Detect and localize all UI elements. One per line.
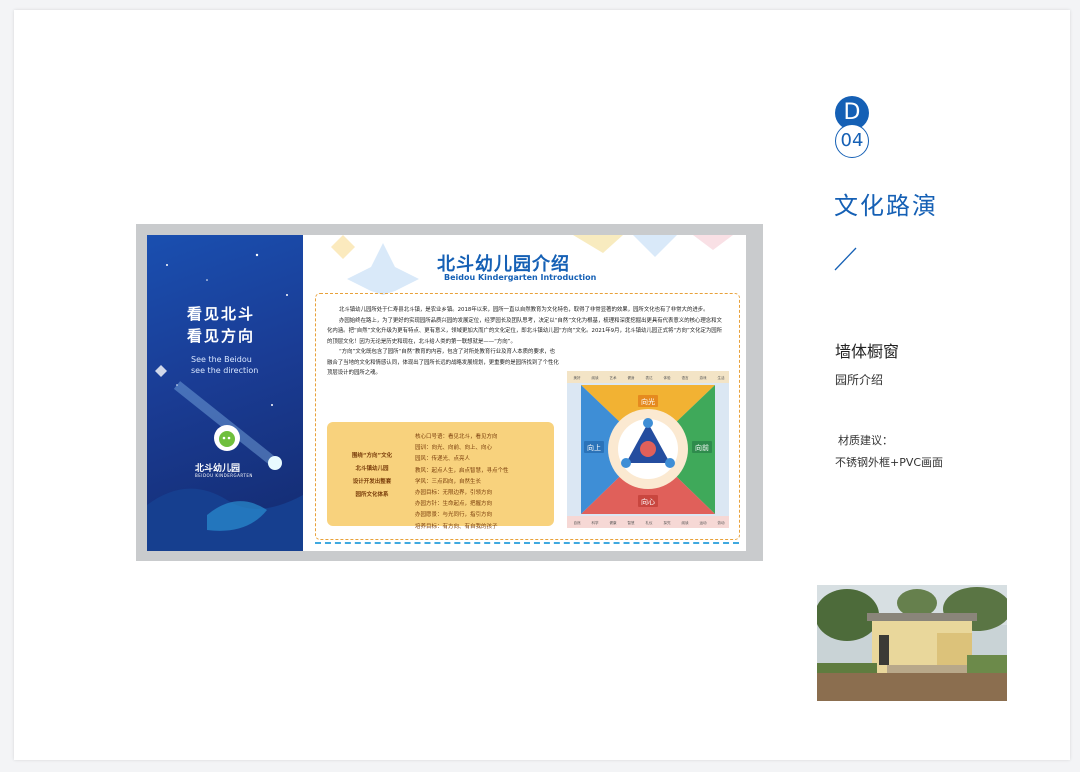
top-row-label: 体验 bbox=[664, 375, 672, 380]
motto-line: 园风：传递光、点亮人 bbox=[415, 456, 471, 463]
intro-paragraph: 办园始终在路上，为了更好的实现园所品质兴园的发展定位，经罗园长及团队思考，决定以… bbox=[327, 317, 723, 345]
slogan-en-line-2: see the direction bbox=[191, 366, 259, 375]
slash-divider bbox=[834, 247, 857, 271]
bottom-row-label: 科学 bbox=[592, 520, 600, 525]
top-row-label: 生活 bbox=[718, 375, 726, 380]
motto-line: 办园方针：生命起点，把握方向 bbox=[415, 501, 493, 508]
left-slogan-en: See the Beidou see the direction bbox=[191, 354, 258, 376]
bottom-row-label: 礼仪 bbox=[646, 520, 654, 525]
summary-line: 园所文化体系 bbox=[355, 492, 389, 498]
board-title-en: Beidou Kindergarten Introduction bbox=[444, 273, 597, 282]
section-number-badge: 04 bbox=[835, 124, 869, 158]
motto-line: 办园目标：无限边界，引领方向 bbox=[415, 490, 493, 497]
site-photo bbox=[817, 585, 1007, 701]
bottom-row-label: 智慧 bbox=[628, 520, 636, 525]
item-subtitle: 园所介绍 bbox=[835, 373, 884, 387]
summary-line: 围绕“方向”文化 bbox=[351, 453, 393, 459]
section-title: 文化路演 bbox=[834, 192, 938, 220]
logo-en: BEIDOU KINDERGARTEN bbox=[195, 473, 253, 478]
site-photo-illustration bbox=[817, 585, 1007, 701]
motto-line: 核心口号语：看见北斗，看见方向 bbox=[415, 434, 498, 440]
material-value: 不锈钢外框+PVC画面 bbox=[835, 456, 944, 469]
culture-summary-right: 核心口号语：看见北斗，看见方向 园训：向光、向前、向上、向心 园风：传递光、点亮… bbox=[415, 432, 509, 533]
direction-label: 向光 bbox=[641, 397, 655, 406]
top-row-label: 美好 bbox=[574, 375, 582, 380]
summary-line: 北斗镇幼儿园 bbox=[355, 466, 389, 472]
item-title: 墙体橱窗 bbox=[835, 342, 900, 361]
culture-summary-box: 围绕“方向”文化 北斗镇幼儿园 设计开发出整套 园所文化体系 核心口号语：看见北… bbox=[327, 422, 554, 530]
intro-text: 北斗镇幼儿园所处于仁寿县北斗镇，是农业乡镇。2018年以来，园所一直以自然教育为… bbox=[327, 305, 733, 379]
material-label: 材质建议： bbox=[838, 434, 893, 447]
top-row-label: 阅读 bbox=[592, 375, 600, 380]
top-row-label: 游戏 bbox=[700, 375, 708, 380]
slogan-en-line-1: See the Beidou bbox=[191, 355, 252, 364]
top-row-label: 健身 bbox=[628, 375, 636, 380]
motto-line: 教风：起点人生，启点智慧，寻点个性 bbox=[415, 467, 509, 474]
kindergarten-logo-icon bbox=[214, 425, 240, 451]
bottom-row-label: 探究 bbox=[664, 520, 672, 525]
motto-line: 培养目标：有方向、有自我的孩子 bbox=[415, 523, 498, 530]
top-row-label: 语言 bbox=[682, 375, 690, 380]
culture-summary-left: 围绕“方向”文化 北斗镇幼儿园 设计开发出整套 园所文化体系 bbox=[341, 450, 403, 502]
direction-label: 向前 bbox=[695, 443, 709, 452]
motto-line: 学风：三点四向，自然生长 bbox=[415, 478, 482, 485]
bottom-row-label: 自然 bbox=[574, 520, 582, 525]
motto-line: 园训：向光、向前、向上、向心 bbox=[415, 445, 493, 452]
direction-label: 向上 bbox=[587, 443, 601, 452]
direction-diagram: 向光 向前 向心 向上 美好 阅读 艺术 健身 表达 体验 语言 游戏 生活 自… bbox=[567, 371, 729, 528]
board-left-panel: 看见北斗 看见方向 See the Beidou see the directi… bbox=[147, 235, 303, 551]
direction-label: 向心 bbox=[641, 497, 655, 506]
bottom-row-label: 劳动 bbox=[718, 520, 726, 525]
night-sky-illustration bbox=[147, 253, 303, 551]
left-slogan: 看见北斗 看见方向 bbox=[187, 303, 255, 347]
intro-paragraph: “方向”文化既包含了园所“自然”教育的内容，包含了对所处教育行业及育人本质的要求… bbox=[327, 349, 559, 376]
bottom-dashed-line bbox=[315, 542, 739, 544]
board-artwork: 看见北斗 看见方向 See the Beidou see the directi… bbox=[147, 235, 746, 551]
top-row-label: 艺术 bbox=[610, 375, 618, 380]
summary-line: 设计开发出整套 bbox=[352, 479, 392, 485]
bottom-row-label: 健康 bbox=[610, 520, 618, 525]
slogan-line-1: 看见北斗 bbox=[187, 305, 256, 323]
bottom-row-label: 运动 bbox=[700, 520, 708, 525]
intro-paragraph: 北斗镇幼儿园所处于仁寿县北斗镇，是农业乡镇。2018年以来，园所一直以自然教育为… bbox=[339, 307, 709, 313]
bottom-row-label: 阅读 bbox=[682, 520, 690, 525]
motto-line: 办园愿景：与光同行，指引方向 bbox=[415, 512, 493, 519]
slogan-line-2: 看见方向 bbox=[187, 327, 256, 345]
top-row-label: 表达 bbox=[646, 375, 654, 380]
